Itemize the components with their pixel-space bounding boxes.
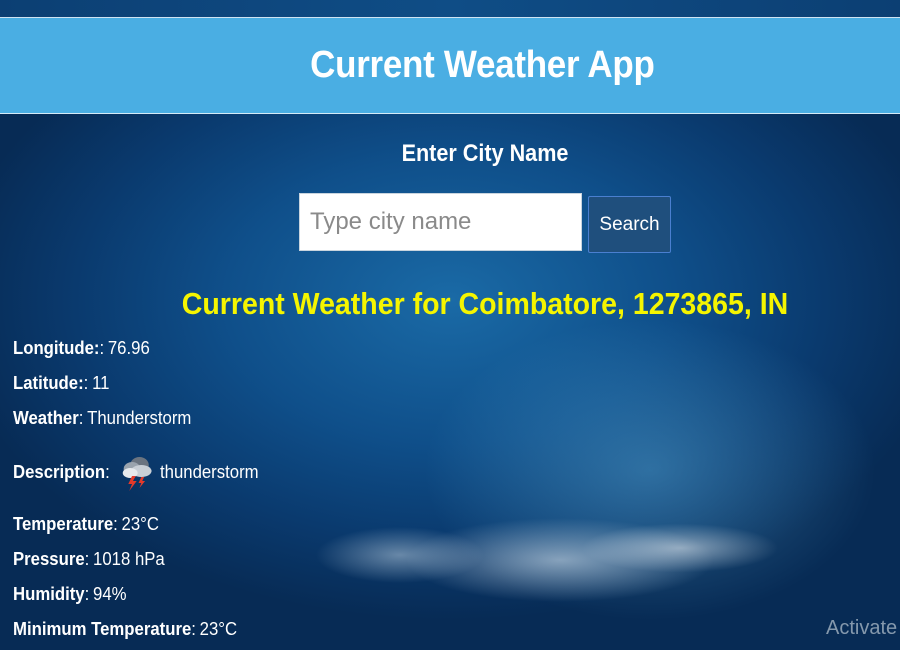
temperature-value: 23°C — [121, 514, 159, 534]
app-background: Current Weather App Enter City Name Sear… — [0, 0, 900, 650]
latitude-row: Latitude::11 — [13, 373, 109, 394]
min-temperature-label: Minimum Temperature — [13, 619, 192, 639]
weather-row: Weather: Thunderstorm — [13, 408, 191, 429]
city-name-label: Enter City Name — [401, 140, 569, 167]
description-value: thunderstorm — [159, 461, 259, 482]
longitude-separator: : — [99, 338, 105, 358]
humidity-label: Humidity — [13, 584, 85, 604]
min-temperature-row: Minimum Temperature:23°C — [13, 619, 237, 640]
latitude-label: Latitude: — [13, 373, 84, 393]
description-label: Description — [13, 461, 106, 482]
min-temperature-value: 23°C — [199, 619, 238, 639]
pressure-label: Pressure — [13, 549, 85, 569]
search-button[interactable]: Search — [588, 196, 671, 253]
app-header: Current Weather App — [0, 18, 900, 114]
humidity-separator: : — [84, 584, 90, 604]
min-temperature-separator: : — [191, 619, 196, 639]
longitude-value: 76.96 — [107, 338, 150, 358]
temperature-separator: : — [113, 514, 118, 534]
weather-separator: : — [78, 408, 84, 428]
longitude-row: Longitude::76.96 — [13, 338, 150, 359]
pressure-value: 1018 hPa — [93, 549, 165, 569]
city-search-input[interactable] — [299, 193, 582, 251]
result-title: Current Weather for Coimbatore, 1273865,… — [181, 286, 789, 321]
thunderstorm-icon — [119, 452, 156, 492]
pressure-separator: : — [84, 549, 90, 569]
top-strip — [0, 0, 900, 18]
latitude-value: 11 — [92, 373, 110, 393]
activate-windows-watermark: Activate W — [826, 617, 900, 639]
humidity-row: Humidity:94% — [13, 584, 127, 605]
weather-label: Weather — [13, 408, 79, 428]
humidity-value: 94% — [93, 584, 127, 604]
temperature-label: Temperature — [13, 514, 114, 534]
latitude-separator: : — [83, 373, 89, 393]
description-separator: : — [105, 461, 110, 482]
longitude-label: Longitude: — [13, 338, 100, 358]
temperature-row: Temperature:23°C — [13, 514, 159, 535]
pressure-row: Pressure:1018 hPa — [13, 549, 165, 570]
app-title: Current Weather App — [310, 44, 655, 86]
weather-value: Thunderstorm — [87, 408, 192, 428]
description-row: Description: thunderstorm — [13, 452, 259, 492]
